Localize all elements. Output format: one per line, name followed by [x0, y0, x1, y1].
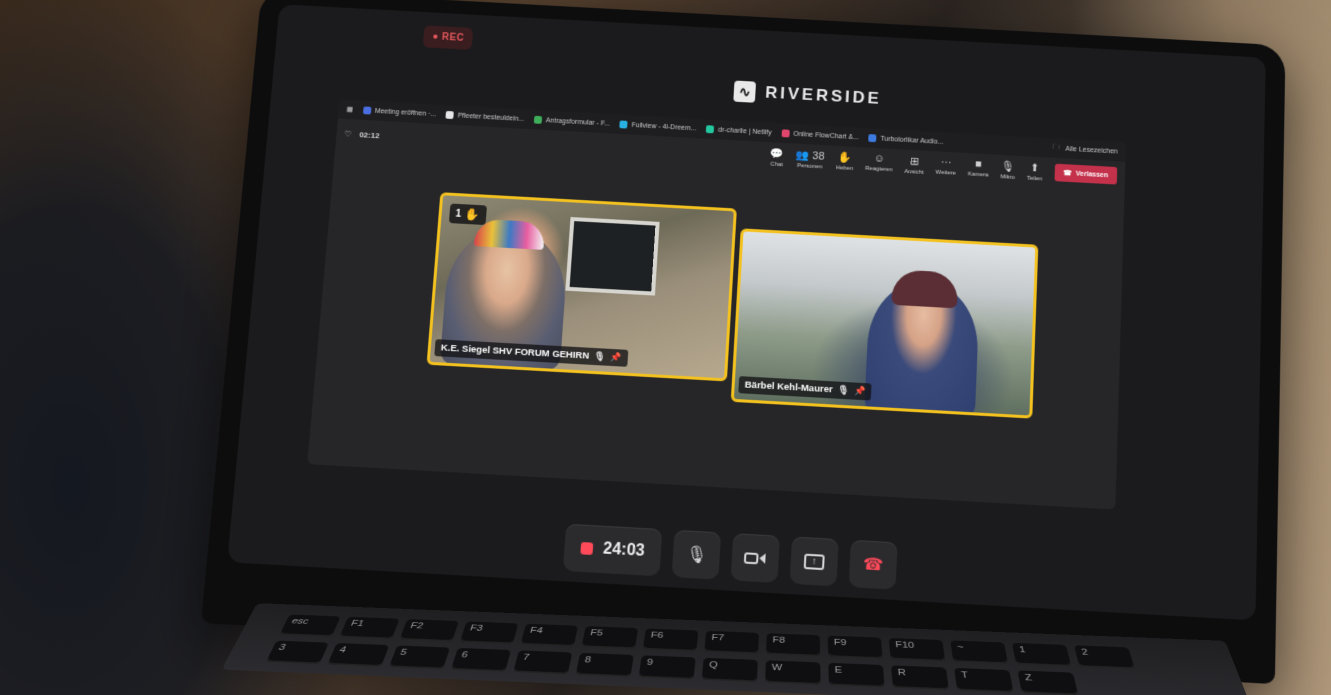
stop-recording-button[interactable]: 24:03: [562, 523, 663, 577]
shield-icon: ♡: [344, 129, 352, 139]
riverside-logo-icon: ∿: [733, 80, 757, 103]
tab-favicon-icon: [362, 106, 372, 115]
chat-button[interactable]: 💬 Chat: [770, 147, 785, 168]
view-button[interactable]: ⊞ Ansicht: [904, 154, 924, 175]
people-icon: 👥 38: [795, 148, 825, 163]
keyboard-key: 6: [450, 647, 512, 672]
keyboard-key: ~: [950, 640, 1009, 664]
browser-tab[interactable]: Fullview - 4i-Dreem...: [619, 120, 697, 132]
participant-tile[interactable]: Bärbel Kehl-Maurer 🎙 📌: [730, 228, 1039, 419]
pin-icon[interactable]: 📌: [854, 386, 866, 398]
view-icon: ⊞: [909, 155, 920, 168]
keyboard-key: 7: [513, 650, 573, 675]
tab-favicon-icon: [868, 134, 877, 143]
leave-button[interactable]: ☎ Verlassen: [1054, 163, 1118, 185]
share-screen-button[interactable]: ↑: [789, 536, 839, 587]
more-button[interactable]: ··· Weitere: [935, 156, 956, 176]
mic-icon: 🎙: [685, 545, 708, 565]
people-button[interactable]: 👥 38 Personen: [795, 148, 825, 170]
keyboard-key: E: [828, 662, 885, 688]
recording-badge: ● REC: [422, 25, 474, 50]
end-call-button[interactable]: ☎: [848, 539, 898, 590]
reactions-icon: ☺: [873, 152, 886, 165]
browser-tab[interactable]: Online FlowChart &...: [781, 129, 859, 141]
phone-hangup-icon: ☎: [1063, 169, 1072, 178]
background-window: [565, 216, 660, 296]
raise-hand-icon: ✋: [464, 207, 481, 222]
participant-name-label: Bärbel Kehl-Maurer 🎙 📌: [738, 376, 872, 401]
browser-tab[interactable]: Meeting eröffnen ·...: [362, 106, 437, 118]
keyboard-key: F6: [642, 628, 699, 652]
share-icon: ⬆: [1030, 161, 1040, 174]
keyboard-key: Q: [701, 657, 758, 683]
chat-icon: 💬: [770, 147, 785, 160]
reactions-button[interactable]: ☺ Reagieren: [865, 152, 893, 173]
apps-grid-icon[interactable]: ▦: [346, 106, 353, 113]
keyboard-key: Z: [1017, 670, 1079, 695]
keyboard-key: F4: [520, 623, 579, 647]
keyboard-key: 4: [327, 643, 390, 667]
keyboard-key: F1: [339, 616, 400, 640]
browser-tab[interactable]: Antragsformular - F...: [533, 115, 611, 128]
raise-hand-icon: ✋: [838, 151, 853, 164]
mic-icon: 🎙: [1000, 160, 1016, 173]
tab-favicon-icon: [781, 129, 790, 138]
hang-up-icon: ☎: [862, 555, 884, 575]
stop-record-icon: [580, 542, 594, 556]
tab-favicon-icon: [533, 115, 543, 124]
laptop: ● REC ∿ RIVERSIDE ▦ Meeting eröffnen ·..…: [200, 0, 1286, 685]
tab-favicon-icon: [445, 110, 455, 120]
participant-tile[interactable]: 1 ✋ K.E. Siegel SHV FORUM GEHIRN 🎙 📌: [426, 192, 737, 382]
laptop-screen: ● REC ∿ RIVERSIDE ▦ Meeting eröffnen ·..…: [227, 4, 1266, 621]
mic-icon: 🎙: [837, 384, 850, 396]
keyboard-key: 8: [575, 652, 634, 677]
raise-hand-button[interactable]: ✋ Heben: [836, 150, 854, 171]
keyboard-key: R: [891, 665, 949, 690]
more-icon: ···: [940, 156, 952, 169]
camera-toggle-button[interactable]: [730, 533, 780, 584]
keyboard-key: 2: [1073, 645, 1135, 669]
meeting-elapsed-time: 02:12: [359, 129, 380, 140]
keyboard-key: F5: [581, 626, 639, 649]
video-stage: 1 ✋ K.E. Siegel SHV FORUM GEHIRN 🎙 📌 Bär…: [307, 147, 1124, 509]
keyboard-key: 3: [265, 640, 329, 665]
keyboard-key: F7: [704, 630, 759, 654]
mic-icon: 🎙: [593, 351, 606, 362]
mic-button[interactable]: 🎙 Mikro: [1000, 159, 1015, 180]
raised-hand-badge: 1 ✋: [448, 203, 487, 226]
camera-button[interactable]: ■ Kamera: [968, 158, 990, 178]
tab-favicon-icon: [706, 125, 715, 134]
browser-tab[interactable]: dr-charlie | Netlify: [706, 125, 772, 136]
camera-icon: [744, 551, 767, 565]
tab-favicon-icon: [619, 120, 628, 129]
keyboard-key: 5: [388, 645, 451, 670]
participant-hair: [891, 269, 959, 309]
keyboard-key: W: [765, 660, 821, 685]
keyboard-key: F8: [766, 633, 821, 657]
bookmarks-all[interactable]: 🗀 Alle Lesezeichen: [1053, 143, 1118, 157]
mic-toggle-button[interactable]: 🎙: [671, 529, 722, 580]
keyboard-key: F10: [888, 637, 946, 662]
browser-tab[interactable]: Turbolorlikar Audio...: [868, 134, 944, 146]
keyboard-key: F2: [399, 619, 459, 642]
share-button[interactable]: ⬆ Teilen: [1027, 161, 1043, 182]
pin-icon[interactable]: 📌: [610, 352, 622, 364]
keyboard-key: esc: [279, 614, 341, 637]
keyboard-key: 9: [638, 655, 696, 680]
riverside-brand: ∿ RIVERSIDE: [733, 80, 883, 110]
folder-icon: 🗀: [1052, 143, 1060, 151]
keyboard-key: 1: [1011, 642, 1072, 667]
keyboard-key: F3: [459, 621, 519, 644]
record-timer: 24:03: [602, 540, 646, 560]
camera-icon: ■: [975, 158, 983, 171]
shared-meeting-window: ▦ Meeting eröffnen ·... Pfleeter besteul…: [307, 99, 1126, 510]
keyboard-key: F9: [827, 635, 883, 659]
recording-controls: 24:03 🎙 ↑ ☎: [562, 523, 898, 590]
share-screen-icon: ↑: [803, 553, 825, 570]
brand-name: RIVERSIDE: [764, 83, 883, 108]
keyboard-key: T: [954, 667, 1014, 693]
browser-tab[interactable]: Pfleeter besteuldein...: [445, 110, 525, 123]
